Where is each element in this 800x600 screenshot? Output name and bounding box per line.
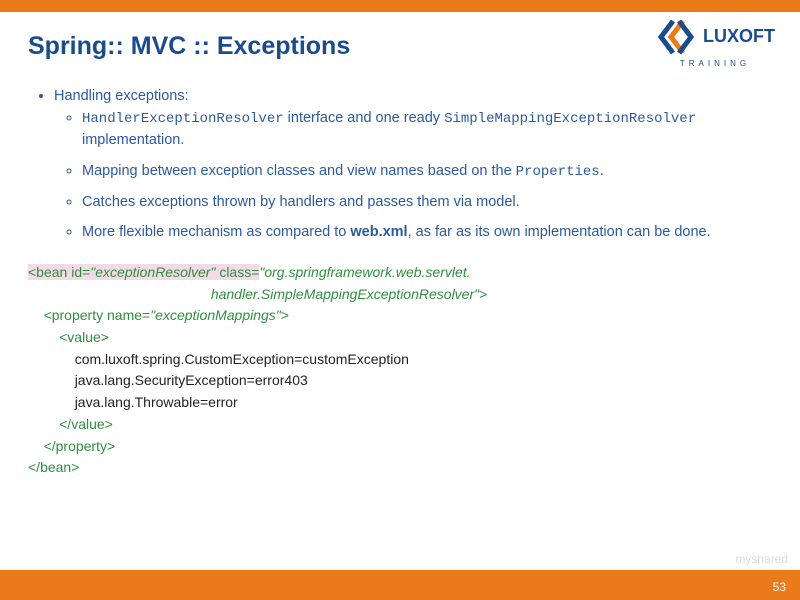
code-line-8: </value> (28, 414, 772, 436)
page-number: 53 (773, 580, 786, 594)
brand-subtitle: TRAINING (650, 59, 780, 68)
watermark-text: myshared (735, 552, 788, 566)
tok-map2: java.lang.SecurityException=error403 (75, 372, 308, 388)
slide-content: Handling exceptions: HandlerExceptionRes… (28, 86, 772, 479)
heading-text: Handling exceptions: (54, 88, 189, 104)
code-line-6: java.lang.SecurityException=error403 (28, 370, 772, 392)
code-line-2: handler.SimpleMappingExceptionResolver"> (28, 284, 772, 306)
code-ref-1: HandlerExceptionResolver (82, 111, 284, 127)
bullet-item-1: HandlerExceptionResolver interface and o… (82, 108, 772, 152)
bold-ref: web.xml (350, 224, 407, 240)
text-pre-4: More flexible mechanism as compared to (82, 224, 350, 240)
code-line-3: <property name="exceptionMappings"> (28, 305, 772, 327)
text-post-2: . (600, 163, 604, 179)
tok-name-attr: name= (107, 307, 150, 323)
brand-logo: LUXOFT TRAINING (650, 18, 780, 68)
tok-value-open: <value> (59, 329, 109, 345)
tok-class-val2: handler.SimpleMappingExceptionResolver" (211, 286, 479, 302)
tok-angle-close-2: > (281, 307, 289, 323)
text-post-1: implementation. (82, 132, 184, 148)
tok-class-val1: "org.springframework.web.servlet. (259, 264, 470, 280)
tok-class-attr: class= (219, 264, 259, 280)
code-line-4: <value> (28, 327, 772, 349)
bullet-item-3: Catches exceptions thrown by handlers an… (82, 192, 772, 214)
tok-prop-close: </property> (44, 438, 116, 454)
tok-value-close: </value> (59, 416, 113, 432)
xml-code-block: <bean id="exceptionResolver" class="org.… (28, 262, 772, 479)
tok-bean-close: </bean> (28, 459, 79, 475)
code-line-9: </property> (28, 436, 772, 458)
code-line-10: </bean> (28, 457, 772, 479)
top-accent-bar (0, 0, 800, 12)
code-ref-3: Properties (516, 164, 600, 180)
tok-id-attr: id= (71, 264, 90, 280)
tok-map3: java.lang.Throwable=error (75, 394, 238, 410)
tok-angle-close-1: > (479, 286, 487, 302)
tok-map1: com.luxoft.spring.CustomException=custom… (75, 351, 409, 367)
tok-name-val: "exceptionMappings" (150, 307, 281, 323)
code-line-7: java.lang.Throwable=error (28, 392, 772, 414)
bullet-item-2: Mapping between exception classes and vi… (82, 161, 772, 183)
brand-name: LUXOFT (703, 28, 775, 45)
tok-prop-open: <property (44, 307, 107, 323)
bullet-heading: Handling exceptions: HandlerExceptionRes… (54, 86, 772, 244)
code-line-1: <bean id="exceptionResolver" class="org.… (28, 262, 772, 284)
text-post-4: , as far as its own implementation can b… (408, 224, 711, 240)
logo-chevron-icon (655, 18, 697, 56)
text-mid-1: interface and one ready (284, 110, 444, 126)
slide-title: Spring:: MVC :: Exceptions (28, 32, 350, 61)
bottom-accent-bar: 53 (0, 570, 800, 600)
code-line-5: com.luxoft.spring.CustomException=custom… (28, 349, 772, 371)
code-ref-2: SimpleMappingExceptionResolver (444, 111, 696, 127)
bullet-item-4: More flexible mechanism as compared to w… (82, 222, 772, 244)
tok-bean-open: <bean (28, 264, 71, 280)
tok-id-val: "exceptionResolver" (90, 264, 219, 280)
text-pre-2: Mapping between exception classes and vi… (82, 163, 516, 179)
